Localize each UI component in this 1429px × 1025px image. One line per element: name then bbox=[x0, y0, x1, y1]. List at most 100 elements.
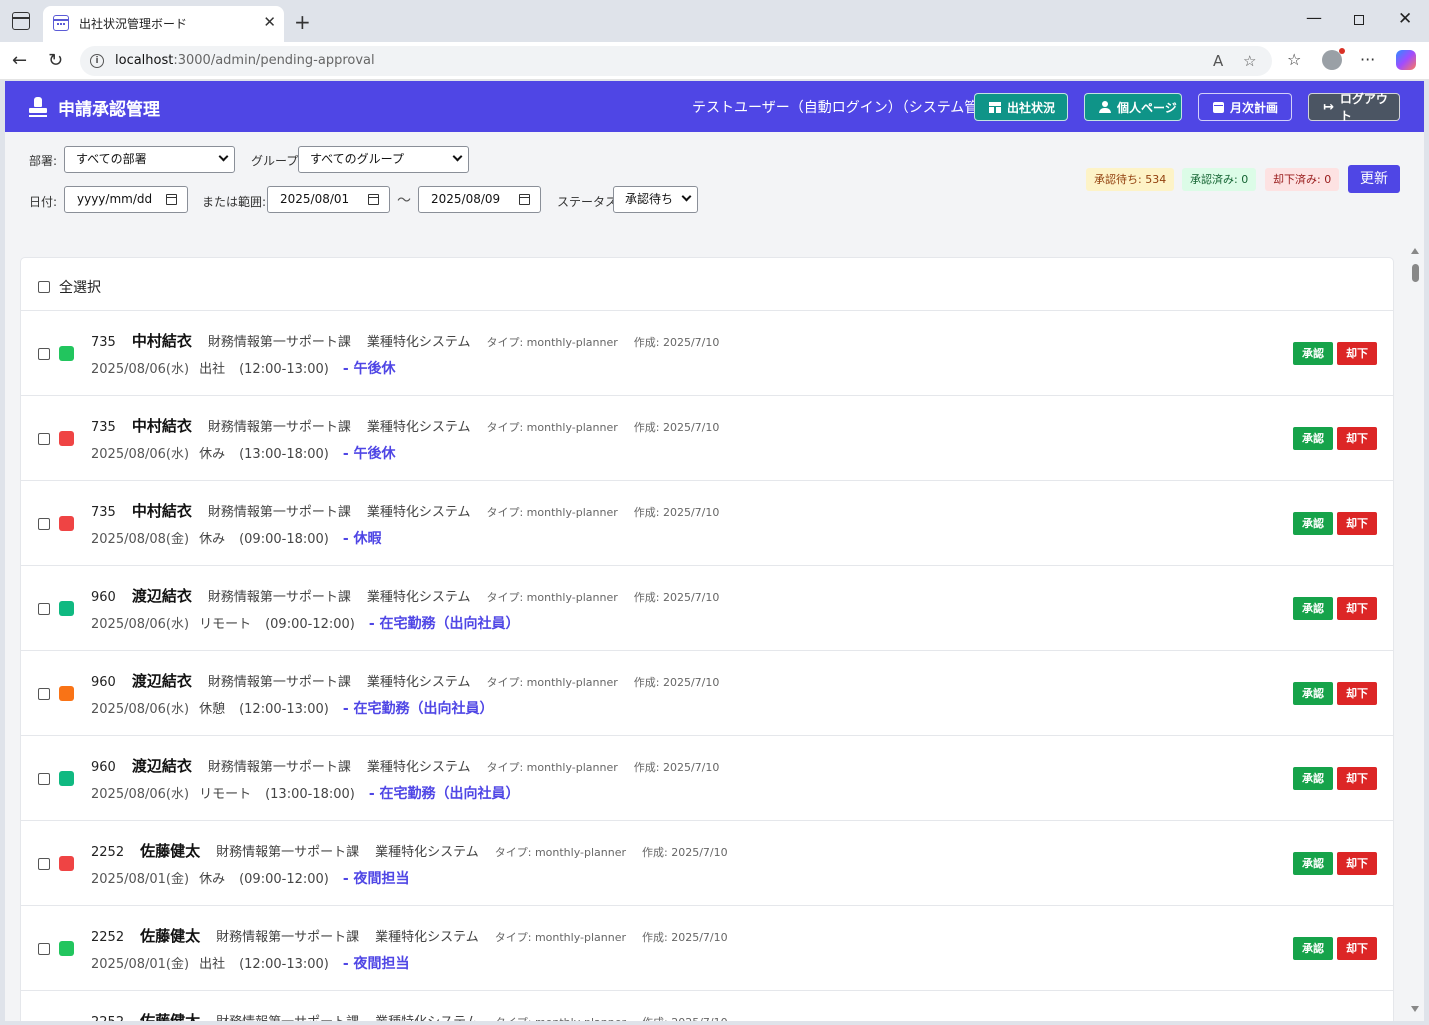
row-checkbox[interactable] bbox=[38, 943, 50, 955]
minimize-icon[interactable]: — bbox=[1306, 8, 1322, 27]
refresh-button[interactable]: 更新 bbox=[1348, 165, 1400, 193]
approve-button[interactable]: 承認 bbox=[1293, 682, 1333, 705]
favorites-icon[interactable]: ☆ bbox=[1287, 50, 1301, 69]
department: 財務情報第一サポート課 bbox=[216, 845, 360, 860]
created-date: 作成: 2025/7/10 bbox=[633, 761, 720, 774]
more-icon[interactable]: ··· bbox=[1360, 50, 1375, 69]
request-status: 休憩 bbox=[199, 702, 226, 717]
approval-list: 全選択 735 中村結衣 財務情報第一サポート課 業種特化システム タイプ: month… bbox=[20, 257, 1394, 1021]
row-details: 2025/08/01(金) 休み (09:00-12:00) - 夜間担当 bbox=[91, 868, 410, 888]
calendar-icon[interactable] bbox=[166, 194, 177, 205]
row-checkbox[interactable] bbox=[38, 688, 50, 700]
reject-button[interactable]: 却下 bbox=[1337, 852, 1377, 875]
request-row: 735 中村結衣 財務情報第一サポート課 業種特化システム タイプ: monthly-p… bbox=[21, 481, 1393, 566]
browser-toolbar: ← ↻ i localhost:3000/admin/pending-appro… bbox=[0, 42, 1429, 80]
employee-id: 960 bbox=[91, 590, 116, 605]
dept-select[interactable]: すべての部署 bbox=[64, 146, 235, 173]
read-aloud-icon[interactable]: A bbox=[1213, 52, 1223, 70]
reject-button[interactable]: 却下 bbox=[1337, 767, 1377, 790]
rejected-count-badge: 却下済み: 0 bbox=[1265, 168, 1340, 191]
status-color-chip bbox=[59, 771, 74, 786]
range-end-input[interactable]: 2025/08/09 bbox=[418, 186, 541, 213]
row-checkbox[interactable] bbox=[38, 348, 50, 360]
reject-button[interactable]: 却下 bbox=[1337, 682, 1377, 705]
range-start-input[interactable]: 2025/08/01 bbox=[267, 186, 390, 213]
scrollbar-thumb[interactable] bbox=[1412, 264, 1419, 282]
tab-actions-icon[interactable] bbox=[12, 12, 30, 30]
approve-button[interactable]: 承認 bbox=[1293, 852, 1333, 875]
new-tab-icon[interactable]: + bbox=[294, 10, 311, 34]
scroll-up-icon[interactable] bbox=[1411, 248, 1419, 254]
approve-button[interactable]: 承認 bbox=[1293, 597, 1333, 620]
scroll-down-icon[interactable] bbox=[1411, 1006, 1419, 1012]
status-color-chip bbox=[59, 856, 74, 871]
request-status: 休み bbox=[199, 872, 226, 887]
approve-button[interactable]: 承認 bbox=[1293, 427, 1333, 450]
calendar-icon[interactable] bbox=[368, 194, 379, 205]
personal-page-button[interactable]: 個人ページ bbox=[1084, 93, 1182, 121]
group-select[interactable]: すべてのグループ bbox=[298, 146, 469, 173]
approve-button[interactable]: 承認 bbox=[1293, 767, 1333, 790]
request-row: 735 中村結衣 財務情報第一サポート課 業種特化システム タイプ: monthly-p… bbox=[21, 396, 1393, 481]
created-date: 作成: 2025/7/10 bbox=[633, 506, 720, 519]
close-icon[interactable]: ✕ bbox=[263, 13, 276, 31]
row-checkbox[interactable] bbox=[38, 858, 50, 870]
created-date: 作成: 2025/7/10 bbox=[633, 676, 720, 689]
request-status: 出社 bbox=[199, 957, 226, 972]
department: 財務情報第一サポート課 bbox=[207, 505, 351, 520]
info-icon[interactable]: i bbox=[90, 54, 104, 68]
request-row: 735 中村結衣 財務情報第一サポート課 業種特化システム タイプ: monthly-p… bbox=[21, 311, 1393, 396]
row-details: 2025/08/06(水) 出社 (12:00-13:00) - 午後休 bbox=[91, 358, 396, 378]
window-close-icon[interactable]: ✕ bbox=[1398, 9, 1412, 29]
logout-button[interactable]: ↦ ログアウト bbox=[1308, 92, 1400, 123]
monthly-plan-button[interactable]: 月次計画 bbox=[1198, 93, 1292, 121]
group-label: グループ: bbox=[251, 154, 303, 168]
department: 財務情報第一サポート課 bbox=[216, 1011, 359, 1021]
address-bar[interactable]: i localhost:3000/admin/pending-approval … bbox=[80, 46, 1272, 76]
select-all[interactable]: 全選択 bbox=[38, 277, 101, 297]
created-date: 作成: 2025/7/10 bbox=[642, 1014, 728, 1021]
reject-button[interactable]: 却下 bbox=[1337, 427, 1377, 450]
maximize-icon[interactable] bbox=[1354, 15, 1364, 25]
status-select[interactable]: 承認待ち bbox=[613, 186, 698, 213]
row-checkbox[interactable] bbox=[38, 603, 50, 615]
approve-button[interactable]: 承認 bbox=[1293, 342, 1333, 365]
calendar-icon[interactable] bbox=[519, 194, 530, 205]
back-icon[interactable]: ← bbox=[12, 50, 27, 71]
select-all-checkbox[interactable] bbox=[38, 281, 50, 293]
favorite-star-icon[interactable]: ☆ bbox=[1243, 52, 1256, 70]
row-summary: 960 渡辺結衣 財務情報第一サポート課 業種特化システム タイプ: monthly-p… bbox=[91, 755, 719, 776]
calendar-icon bbox=[53, 15, 69, 31]
request-reason: - 在宅勤務（出向社員） bbox=[368, 616, 520, 632]
copilot-icon[interactable] bbox=[1396, 50, 1416, 70]
reload-icon[interactable]: ↻ bbox=[48, 50, 63, 71]
request-type: タイプ: monthly-planner bbox=[494, 931, 627, 944]
browser-tab[interactable]: 出社状況管理ボード ✕ bbox=[43, 6, 284, 42]
approve-button[interactable]: 承認 bbox=[1293, 512, 1333, 535]
reject-button[interactable]: 却下 bbox=[1337, 937, 1377, 960]
system-group: 業種特化システム bbox=[375, 1011, 479, 1021]
reject-button[interactable]: 却下 bbox=[1337, 512, 1377, 535]
reject-button[interactable]: 却下 bbox=[1337, 597, 1377, 620]
reject-button[interactable]: 却下 bbox=[1337, 342, 1377, 365]
request-time: (12:00-13:00) bbox=[239, 362, 329, 377]
row-checkbox[interactable] bbox=[38, 773, 50, 785]
pending-count-badge: 承認待ち: 534 bbox=[1086, 168, 1175, 191]
attendance-button[interactable]: 出社状況 bbox=[974, 93, 1068, 121]
created-date: 作成: 2025/7/10 bbox=[633, 421, 720, 434]
request-date: 2025/08/06(水) bbox=[91, 787, 190, 802]
row-checkbox[interactable] bbox=[38, 518, 50, 530]
request-type: タイプ: monthly-planner bbox=[486, 421, 618, 434]
row-summary: 960 渡辺結衣 財務情報第一サポート課 業種特化システム タイプ: monthly-p… bbox=[91, 585, 719, 606]
row-summary: 2252 佐藤健太財務情報第一サポート課業種特化システム タイプ: monthly-… bbox=[91, 925, 728, 946]
chevron-down-icon bbox=[452, 151, 463, 162]
row-checkbox[interactable] bbox=[38, 433, 50, 445]
profile-avatar[interactable] bbox=[1322, 48, 1345, 70]
date-input[interactable]: yyyy/mm/dd bbox=[64, 186, 188, 213]
employee-id: 735 bbox=[91, 420, 116, 435]
status-color-chip bbox=[59, 686, 74, 701]
calendar-icon bbox=[1213, 101, 1224, 113]
status-label: ステータス: bbox=[557, 195, 622, 209]
approve-button[interactable]: 承認 bbox=[1293, 937, 1333, 960]
status-color-chip bbox=[59, 601, 74, 616]
